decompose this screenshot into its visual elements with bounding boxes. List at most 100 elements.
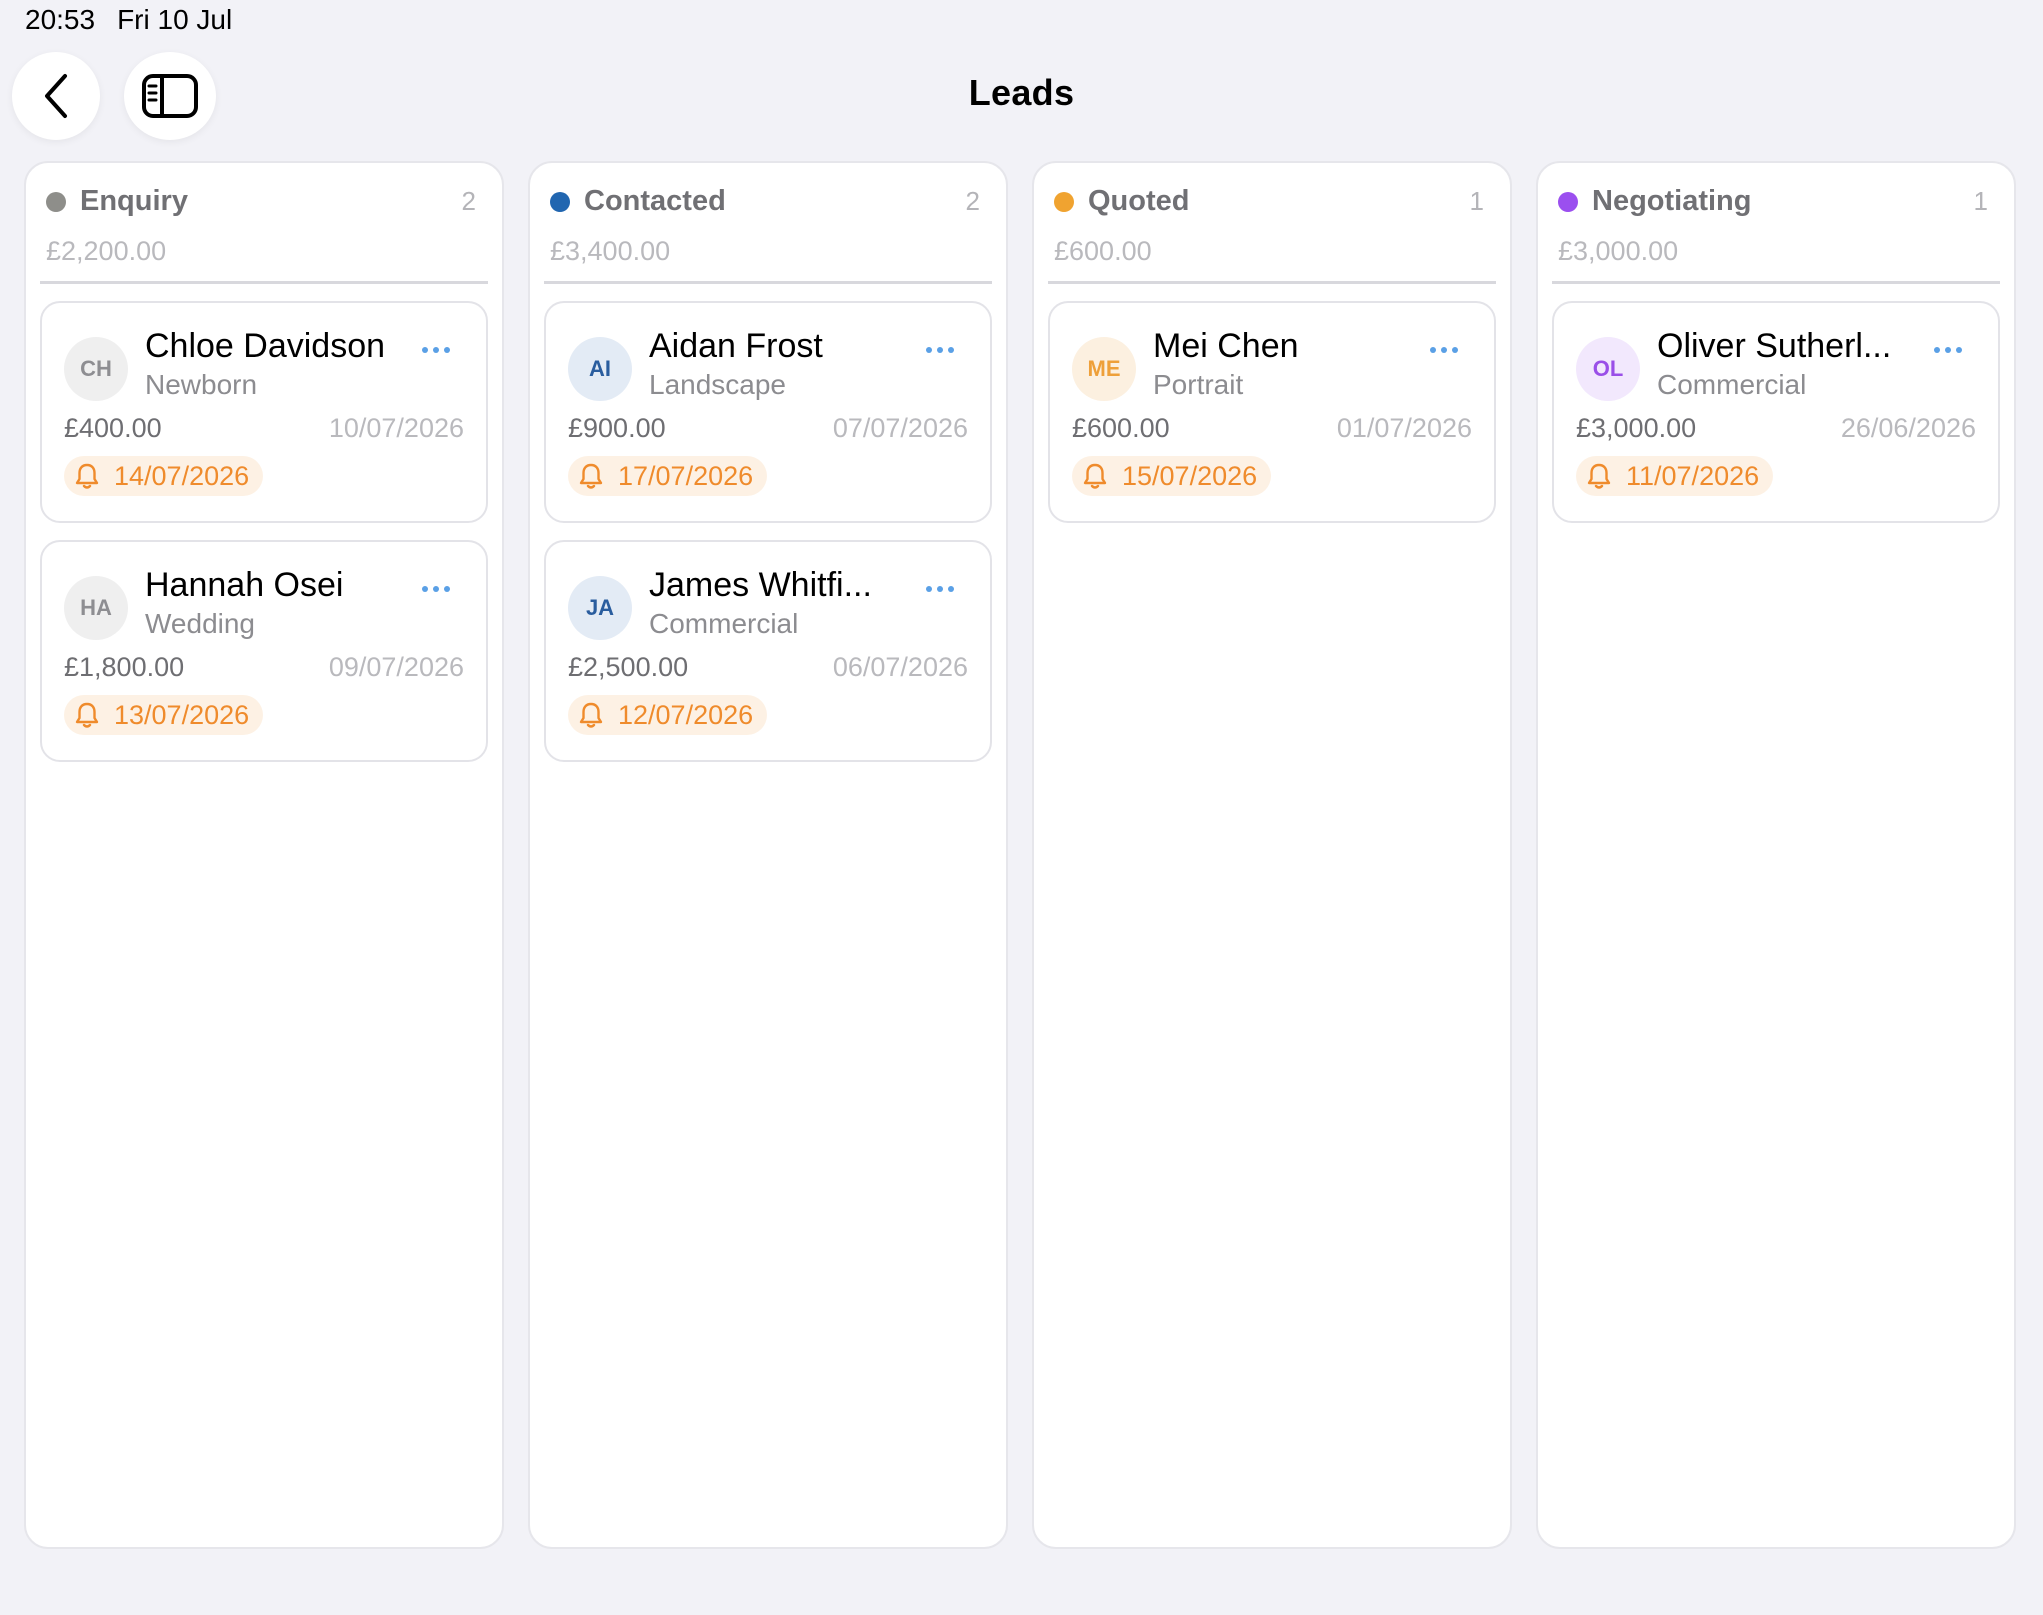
reminder-date: 12/07/2026 (618, 699, 754, 730)
reminder-date: 17/07/2026 (618, 460, 754, 491)
lead-card[interactable]: HA Hannah Osei Wedding £1,800.00 09/07/2… (40, 540, 488, 762)
bell-icon (1587, 463, 1611, 489)
ellipsis-dot (433, 586, 439, 592)
ellipsis-icon (1934, 347, 1940, 353)
lead-type: Wedding (145, 608, 256, 639)
card-list: AI Aidan Frost Landscape £900.00 07/07/2… (544, 284, 992, 762)
reminder-badge: 12/07/2026 (568, 695, 768, 735)
lead-value: £2,500.00 (568, 652, 689, 682)
status-bar: 20:53 Fri 10 Jul (25, 4, 232, 36)
ellipsis-dot (444, 347, 450, 353)
status-dot-icon (1558, 191, 1578, 212)
column-title: Quoted (1054, 185, 1190, 218)
lead-name: Hannah Osei (145, 566, 344, 604)
bell-icon (75, 702, 99, 728)
more-button[interactable] (1934, 347, 1962, 353)
ellipsis-dot (433, 347, 439, 353)
lead-date: 07/07/2026 (832, 413, 968, 443)
lead-card[interactable]: JA James Whitfi... Commercial £2,500.00 … (544, 540, 992, 762)
lead-name: James Whitfi... (649, 566, 872, 604)
lead-card[interactable]: CH Chloe Davidson Newborn £400.00 10/07/… (40, 301, 488, 523)
lead-card[interactable]: OL Oliver Sutherl... Commercial £3,000.0… (1552, 301, 2000, 523)
lead-value: £600.00 (1072, 413, 1170, 443)
reminder-date: 11/07/2026 (1626, 460, 1760, 491)
ellipsis-icon (926, 586, 932, 592)
lead-date: 10/07/2026 (328, 413, 464, 443)
reminder-badge: 11/07/2026 (1576, 456, 1774, 496)
card-list: ME Mei Chen Portrait £600.00 01/07/2026 … (1048, 284, 1496, 523)
status-dot-icon (550, 191, 570, 212)
column-enquiry: Enquiry 2 £2,200.00 CH Chloe Davidson Ne… (24, 161, 504, 1549)
column-count: 2 (461, 186, 476, 216)
status-date: Fri 10 Jul (117, 4, 233, 35)
column-total: £3,400.00 (550, 236, 671, 266)
lead-name: Mei Chen (1153, 327, 1299, 365)
reminder-date: 15/07/2026 (1122, 460, 1258, 491)
ellipsis-icon (422, 586, 428, 592)
ellipsis-dot (1956, 347, 1962, 353)
lead-value: £400.00 (64, 413, 162, 443)
more-button[interactable] (422, 586, 450, 592)
more-button[interactable] (926, 586, 954, 592)
lead-date: 26/06/2026 (1840, 413, 1976, 443)
more-button[interactable] (926, 347, 954, 353)
lead-name: Chloe Davidson (145, 327, 386, 365)
ellipsis-dot (1441, 347, 1447, 353)
column-title: Contacted (550, 185, 726, 218)
status-dot-icon (1054, 191, 1074, 212)
lead-type: Commercial (1657, 369, 1807, 400)
ellipsis-icon (926, 347, 932, 353)
column-title-label: Quoted (1088, 185, 1190, 217)
reminder-date: 14/07/2026 (114, 460, 250, 491)
reminder-badge: 15/07/2026 (1072, 456, 1272, 496)
column-quoted: Quoted 1 £600.00 ME Mei Chen Portrait £6… (1032, 161, 1512, 1549)
lead-card[interactable]: AI Aidan Frost Landscape £900.00 07/07/2… (544, 301, 992, 523)
bell-icon (579, 702, 603, 728)
column-count: 1 (1973, 186, 1988, 216)
status-dot-icon (46, 191, 66, 212)
lead-card[interactable]: ME Mei Chen Portrait £600.00 01/07/2026 … (1048, 301, 1496, 523)
column-title-label: Negotiating (1592, 185, 1752, 217)
card-list: OL Oliver Sutherl... Commercial £3,000.0… (1552, 284, 2000, 523)
column-total: £3,000.00 (1558, 236, 1679, 266)
lead-value: £900.00 (568, 413, 666, 443)
bell-icon (75, 463, 99, 489)
lead-value: £1,800.00 (64, 652, 185, 682)
column-contacted: Contacted 2 £3,400.00 AI Aidan Frost Lan… (528, 161, 1008, 1549)
lead-type: Commercial (649, 608, 799, 639)
ellipsis-dot (444, 586, 450, 592)
column-title: Enquiry (46, 185, 188, 218)
column-total: £2,200.00 (46, 236, 167, 266)
lead-name: Oliver Sutherl... (1657, 327, 1892, 365)
kanban-board: Enquiry 2 £2,200.00 CH Chloe Davidson Ne… (24, 161, 2019, 1549)
avatar: CH (64, 337, 128, 401)
reminder-date: 13/07/2026 (114, 699, 250, 730)
column-count: 2 (965, 186, 980, 216)
column-total: £600.00 (1054, 236, 1152, 266)
lead-type: Newborn (145, 369, 258, 400)
bell-icon (579, 463, 603, 489)
more-button[interactable] (1430, 347, 1458, 353)
column-title-label: Contacted (584, 185, 726, 217)
ellipsis-icon (422, 347, 428, 353)
ellipsis-dot (937, 347, 943, 353)
ellipsis-dot (1945, 347, 1951, 353)
column-title: Negotiating (1558, 185, 1752, 218)
ellipsis-dot (1452, 347, 1458, 353)
column-header: Quoted 1 £600.00 (1048, 163, 1496, 284)
status-time: 20:53 (25, 4, 96, 35)
column-count: 1 (1469, 186, 1484, 216)
avatar: JA (568, 576, 632, 640)
column-header: Negotiating 1 £3,000.00 (1552, 163, 2000, 284)
reminder-badge: 14/07/2026 (64, 456, 264, 496)
lead-date: 06/07/2026 (832, 652, 968, 682)
ellipsis-icon (1430, 347, 1436, 353)
column-header: Contacted 2 £3,400.00 (544, 163, 992, 284)
lead-name: Aidan Frost (649, 327, 823, 365)
lead-date: 09/07/2026 (328, 652, 464, 682)
avatar: ME (1072, 337, 1136, 401)
avatar: OL (1576, 337, 1640, 401)
lead-type: Portrait (1153, 369, 1244, 400)
lead-date: 01/07/2026 (1336, 413, 1472, 443)
more-button[interactable] (422, 347, 450, 353)
